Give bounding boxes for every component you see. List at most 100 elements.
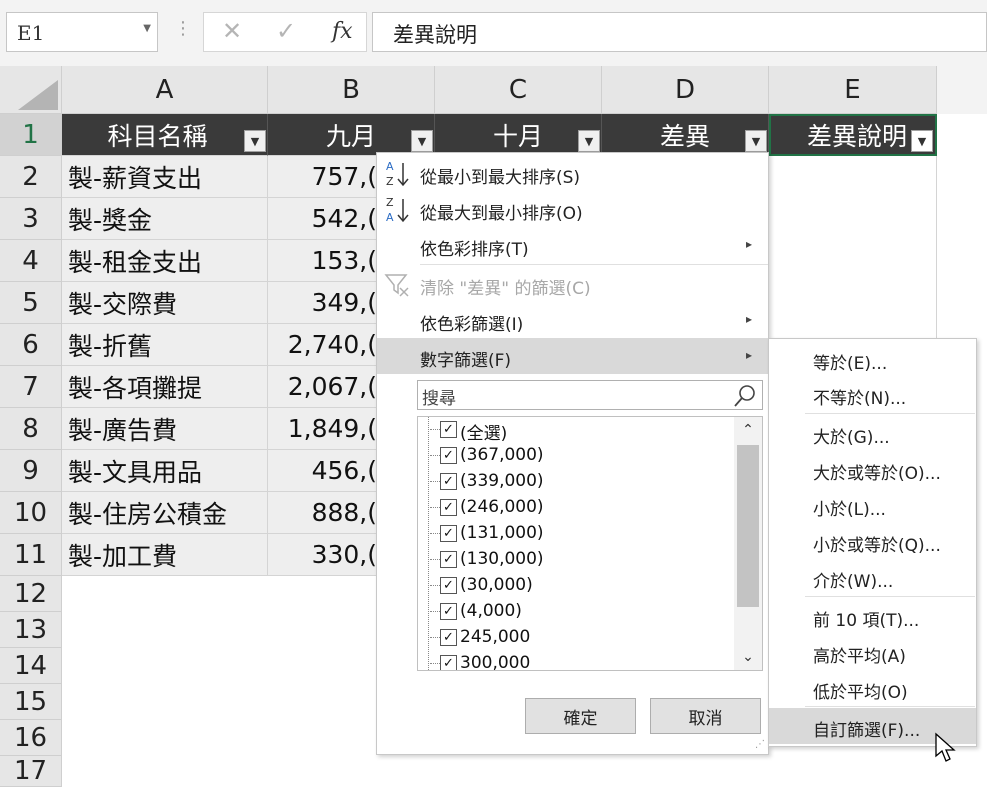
row-header-3[interactable]: 3 xyxy=(0,198,62,240)
column-header-a[interactable]: A xyxy=(62,66,268,114)
submenu-item-less-than[interactable]: 小於(L)... xyxy=(769,487,976,523)
header-cell-a[interactable]: 科目名稱 xyxy=(62,114,268,156)
list-item[interactable]: ✓ (130,000) xyxy=(418,547,728,573)
formula-bar-grip-icon[interactable]: ⋮ xyxy=(174,18,192,39)
header-cell-b[interactable]: 九月 xyxy=(268,114,435,156)
cell-b11[interactable]: 330,( xyxy=(268,534,378,576)
checkbox-checked-icon[interactable]: ✓ xyxy=(440,473,457,490)
checkbox-checked-icon[interactable]: ✓ xyxy=(440,655,457,670)
checkbox-checked-icon[interactable]: ✓ xyxy=(440,421,457,438)
cancel-entry-icon[interactable]: ✕ xyxy=(222,17,242,45)
submenu-item-equals[interactable]: 等於(E)... xyxy=(769,341,976,377)
column-header-b[interactable]: B xyxy=(268,66,435,114)
submenu-item-greater-or-equal[interactable]: 大於或等於(O)... xyxy=(769,451,976,487)
row-header-6[interactable]: 6 xyxy=(0,324,62,366)
resize-grip-icon[interactable]: ⋰ xyxy=(755,739,765,750)
cell-a3[interactable]: 製-獎金 xyxy=(62,198,268,240)
row-header-16[interactable]: 16 xyxy=(0,720,62,756)
filter-dropdown-icon-active[interactable]: ▼ xyxy=(745,130,767,152)
list-item-select-all[interactable]: ✓ (全選) xyxy=(418,417,728,444)
row-header-15[interactable]: 15 xyxy=(0,684,62,720)
list-item[interactable]: ✓ 300,000 xyxy=(418,651,728,670)
cancel-button[interactable]: 取消 xyxy=(650,698,761,734)
cell-a9[interactable]: 製-文具用品 xyxy=(62,450,268,492)
cell-a8[interactable]: 製-廣告費 xyxy=(62,408,268,450)
submenu-item-below-average[interactable]: 低於平均(O) xyxy=(769,670,976,706)
column-header-c[interactable]: C xyxy=(435,66,602,114)
cell-a2[interactable]: 製-薪資支出 xyxy=(62,156,268,198)
checkbox-checked-icon[interactable]: ✓ xyxy=(440,551,457,568)
filter-search-input[interactable]: 搜尋 xyxy=(417,380,763,410)
sort-by-color-item[interactable]: 依色彩排序(T) ▸ xyxy=(377,227,768,263)
submenu-item-above-average[interactable]: 高於平均(A) xyxy=(769,634,976,670)
checkbox-checked-icon[interactable]: ✓ xyxy=(440,629,457,646)
column-header-e[interactable]: E xyxy=(769,66,937,114)
filter-dropdown-icon[interactable]: ▼ xyxy=(411,130,433,152)
filter-dropdown-icon[interactable]: ▼ xyxy=(911,130,933,152)
row-header-5[interactable]: 5 xyxy=(0,282,62,324)
checkbox-checked-icon[interactable]: ✓ xyxy=(440,603,457,620)
list-item[interactable]: ✓ (246,000) xyxy=(418,495,728,521)
row-header-17[interactable]: 17 xyxy=(0,756,62,787)
cell-a11[interactable]: 製-加工費 xyxy=(62,534,268,576)
select-all-triangle-icon[interactable] xyxy=(18,80,58,110)
cell-b10[interactable]: 888,( xyxy=(268,492,378,534)
filter-values-list[interactable]: ✓ (全選) ✓ (367,000) ✓ (339,000) ✓ (246,00… xyxy=(417,416,763,671)
filter-dropdown-icon[interactable]: ▼ xyxy=(244,130,266,152)
checkbox-checked-icon[interactable]: ✓ xyxy=(440,499,457,516)
cell-a5[interactable]: 製-交際費 xyxy=(62,282,268,324)
row-header-14[interactable]: 14 xyxy=(0,648,62,684)
column-header-d[interactable]: D xyxy=(602,66,769,114)
row-header-1[interactable]: 1 xyxy=(0,114,62,156)
row-header-7[interactable]: 7 xyxy=(0,366,62,408)
row-header-8[interactable]: 8 xyxy=(0,408,62,450)
submenu-item-greater-than[interactable]: 大於(G)... xyxy=(769,415,976,451)
row-header-10[interactable]: 10 xyxy=(0,492,62,534)
list-item[interactable]: ✓ (4,000) xyxy=(418,599,728,625)
confirm-entry-icon[interactable]: ✓ xyxy=(276,17,296,45)
scrollbar-thumb[interactable] xyxy=(737,445,759,607)
formula-input[interactable]: 差異說明 xyxy=(372,12,987,52)
cell-a4[interactable]: 製-租金支出 xyxy=(62,240,268,282)
list-item[interactable]: ✓ 245,000 xyxy=(418,625,728,651)
submenu-item-top-10[interactable]: 前 10 項(T)... xyxy=(769,598,976,634)
number-filters-item[interactable]: 數字篩選(F) ▸ xyxy=(377,338,768,374)
name-box[interactable]: E1 ▼ xyxy=(6,12,158,52)
scroll-down-icon[interactable]: ⌄ xyxy=(734,644,762,670)
header-cell-d[interactable]: 差異 xyxy=(602,114,769,156)
cell-b6[interactable]: 2,740,( xyxy=(268,324,378,366)
submenu-item-less-or-equal[interactable]: 小於或等於(Q)... xyxy=(769,523,976,559)
ok-button[interactable]: 確定 xyxy=(525,698,636,734)
sort-descending-item[interactable]: ZA 從最大到最小排序(O) xyxy=(377,191,768,227)
cell-a10[interactable]: 製-住房公積金 xyxy=(62,492,268,534)
cell-b3[interactable]: 542,( xyxy=(268,198,378,240)
filter-by-color-item[interactable]: 依色彩篩選(I) ▸ xyxy=(377,302,768,338)
column-e-cells[interactable] xyxy=(769,156,937,338)
submenu-item-not-equals[interactable]: 不等於(N)... xyxy=(769,376,976,412)
cell-a7[interactable]: 製-各項攤提 xyxy=(62,366,268,408)
row-header-4[interactable]: 4 xyxy=(0,240,62,282)
checkbox-checked-icon[interactable]: ✓ xyxy=(440,525,457,542)
submenu-item-between[interactable]: 介於(W)... xyxy=(769,559,976,595)
list-item[interactable]: ✓ (30,000) xyxy=(418,573,728,599)
checkbox-checked-icon[interactable]: ✓ xyxy=(440,447,457,464)
row-header-11[interactable]: 11 xyxy=(0,534,62,576)
header-cell-c[interactable]: 十月 xyxy=(435,114,602,156)
scroll-up-icon[interactable]: ⌃ xyxy=(734,417,762,443)
cell-b7[interactable]: 2,067,( xyxy=(268,366,378,408)
cell-b8[interactable]: 1,849,( xyxy=(268,408,378,450)
checkbox-checked-icon[interactable]: ✓ xyxy=(440,577,457,594)
list-item[interactable]: ✓ (339,000) xyxy=(418,469,728,495)
filter-dropdown-icon[interactable]: ▼ xyxy=(578,130,600,152)
insert-function-button[interactable]: fx xyxy=(332,19,353,44)
cell-b9[interactable]: 456,( xyxy=(268,450,378,492)
cell-b2[interactable]: 757,( xyxy=(268,156,378,198)
row-header-9[interactable]: 9 xyxy=(0,450,62,492)
cell-b5[interactable]: 349,( xyxy=(268,282,378,324)
row-header-12[interactable]: 12 xyxy=(0,576,62,612)
cell-b4[interactable]: 153,( xyxy=(268,240,378,282)
cell-a6[interactable]: 製-折舊 xyxy=(62,324,268,366)
name-box-dropdown-icon[interactable]: ▼ xyxy=(143,23,151,34)
row-header-2[interactable]: 2 xyxy=(0,156,62,198)
list-item[interactable]: ✓ (131,000) xyxy=(418,521,728,547)
